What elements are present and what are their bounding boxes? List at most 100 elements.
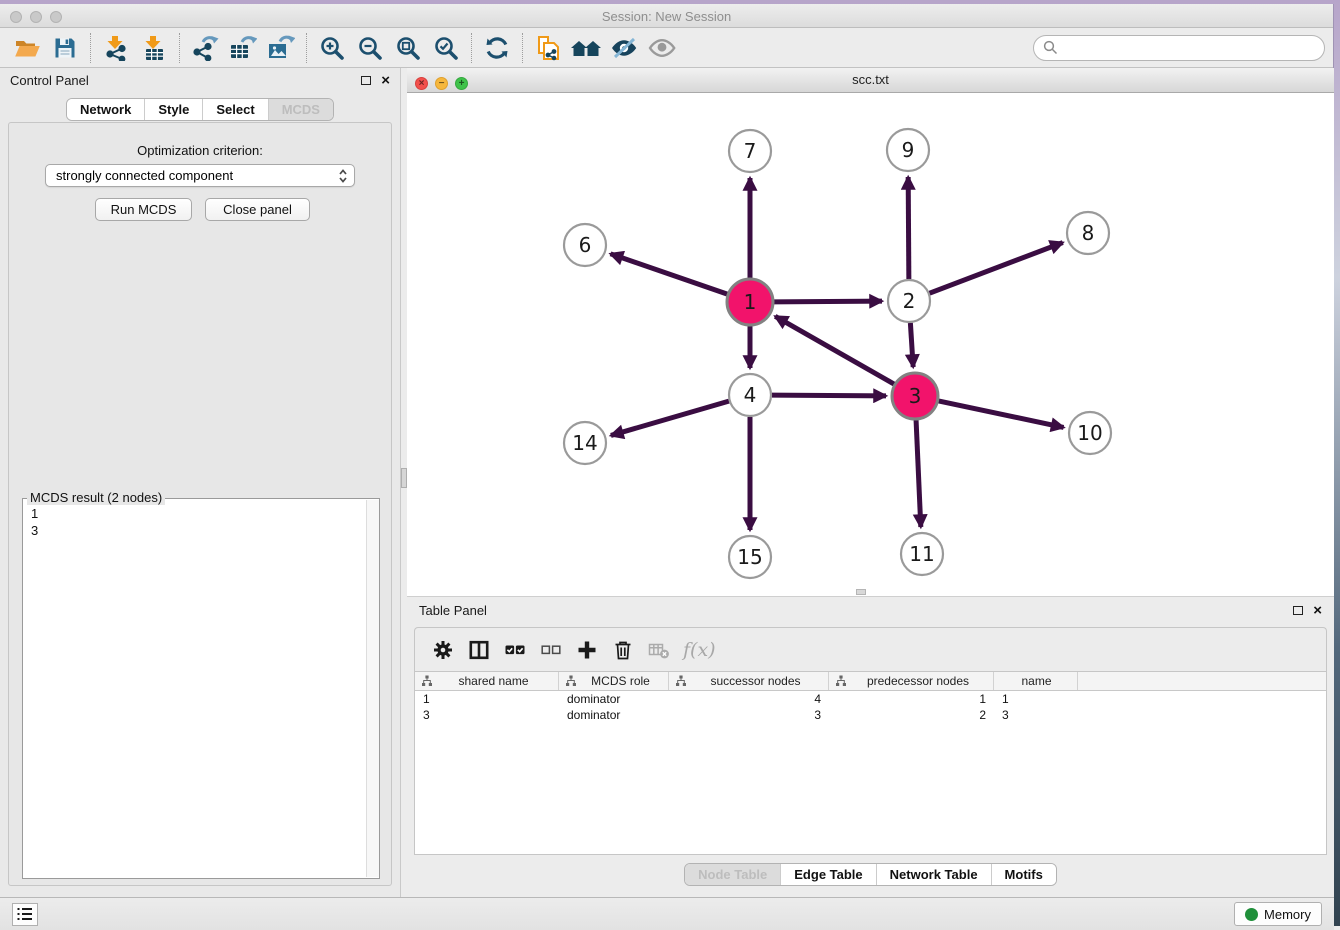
- cybrowser-home-button[interactable]: [567, 31, 605, 65]
- graph-node-label: 1: [744, 290, 757, 314]
- list-icon: [16, 907, 34, 921]
- export-table-button[interactable]: [224, 31, 262, 65]
- import-network-button[interactable]: [97, 31, 135, 65]
- cell-mcds-role[interactable]: dominator: [559, 707, 669, 723]
- tab-network-table[interactable]: Network Table: [876, 864, 991, 885]
- float-panel-icon[interactable]: [361, 76, 371, 85]
- add-icon: [576, 639, 598, 661]
- graph-edge-1-2[interactable]: [774, 301, 882, 302]
- refresh-view-button[interactable]: [478, 31, 516, 65]
- zoom-selected-button[interactable]: [427, 31, 465, 65]
- cell-shared-name[interactable]: 3: [415, 707, 559, 723]
- column-header-successor-nodes[interactable]: successor nodes: [669, 672, 829, 690]
- column-header-name[interactable]: name: [994, 672, 1078, 690]
- search-field[interactable]: [1033, 35, 1325, 61]
- function-builder-button[interactable]: f(x): [683, 639, 716, 661]
- cell-successor-nodes[interactable]: 3: [669, 707, 829, 723]
- export-network-button[interactable]: [186, 31, 224, 65]
- delete-column-button[interactable]: [607, 634, 639, 666]
- graph-node-9[interactable]: 9: [887, 129, 929, 171]
- column-type-icon: [565, 675, 577, 687]
- close-table-panel-icon[interactable]: ×: [1313, 603, 1322, 618]
- add-column-button[interactable]: [571, 634, 603, 666]
- graph-node-7[interactable]: 7: [729, 130, 771, 172]
- criterion-select[interactable]: strongly connected component: [45, 164, 355, 187]
- cell-shared-name[interactable]: 1: [415, 691, 559, 707]
- tab-motifs[interactable]: Motifs: [991, 864, 1056, 885]
- graph-node-8[interactable]: 8: [1067, 212, 1109, 254]
- deselect-all-rows-button[interactable]: [535, 634, 567, 666]
- network-file-button[interactable]: [529, 31, 567, 65]
- export-network-icon: [191, 35, 219, 61]
- graph-edge-1-6[interactable]: [611, 254, 728, 294]
- control-panel-title: Control Panel: [10, 73, 89, 88]
- run-mcds-button[interactable]: Run MCDS: [95, 198, 192, 221]
- open-session-button[interactable]: [8, 31, 46, 65]
- graph-node-6[interactable]: 6: [564, 224, 606, 266]
- save-session-button[interactable]: [46, 31, 84, 65]
- result-scrollbar[interactable]: [366, 500, 379, 877]
- graph-edge-4-14[interactable]: [611, 401, 729, 435]
- main-titlebar: Session: New Session: [0, 4, 1333, 28]
- tab-select[interactable]: Select: [202, 99, 267, 120]
- zoom-out-button[interactable]: [351, 31, 389, 65]
- show-columns-button[interactable]: [463, 634, 495, 666]
- graph-node-2[interactable]: 2: [888, 280, 930, 322]
- close-panel-icon[interactable]: ×: [381, 73, 390, 88]
- export-table-icon: [229, 35, 257, 61]
- export-image-button[interactable]: [262, 31, 300, 65]
- zoom-in-button[interactable]: [313, 31, 351, 65]
- column-header-shared-name[interactable]: shared name: [415, 672, 559, 690]
- search-input[interactable]: [1063, 40, 1315, 55]
- delete-table-button[interactable]: [643, 634, 675, 666]
- control-panel-tabs: Network Style Select MCDS: [0, 98, 400, 121]
- tab-node-table[interactable]: Node Table: [685, 864, 780, 885]
- graph-node-1[interactable]: 1: [727, 279, 773, 325]
- panel-splitter[interactable]: [400, 68, 407, 897]
- cell-mcds-role[interactable]: dominator: [559, 691, 669, 707]
- graph-edge-3-1[interactable]: [775, 316, 894, 384]
- table-row[interactable]: 3 dominator 3 2 3: [415, 707, 1326, 723]
- graph-node-4[interactable]: 4: [729, 374, 771, 416]
- table-row[interactable]: 1 dominator 4 1 1: [415, 691, 1326, 707]
- tab-mcds[interactable]: MCDS: [268, 99, 333, 120]
- graph-edge-3-11[interactable]: [916, 420, 921, 527]
- tab-network[interactable]: Network: [67, 99, 144, 120]
- tab-style[interactable]: Style: [144, 99, 202, 120]
- graph-edge-2-3[interactable]: [910, 323, 913, 367]
- graph-edge-2-8[interactable]: [930, 243, 1063, 294]
- graph-node-label: 9: [902, 138, 915, 162]
- graph-node-label: 4: [744, 383, 757, 407]
- table-settings-button[interactable]: [427, 634, 459, 666]
- cell-name[interactable]: 3: [994, 707, 1078, 723]
- graph-edge-4-3[interactable]: [772, 395, 886, 396]
- select-all-icon: [504, 639, 526, 661]
- main-toolbar: [0, 28, 1333, 68]
- graph-edge-3-10[interactable]: [938, 401, 1063, 427]
- select-all-rows-button[interactable]: [499, 634, 531, 666]
- float-table-panel-icon[interactable]: [1293, 606, 1303, 615]
- graph-node-14[interactable]: 14: [564, 422, 606, 464]
- close-panel-button[interactable]: Close panel: [205, 198, 310, 221]
- toolbar-separator: [90, 33, 91, 63]
- graph-node-10[interactable]: 10: [1069, 412, 1111, 454]
- graph-node-15[interactable]: 15: [729, 536, 771, 578]
- show-panels-button[interactable]: [643, 31, 681, 65]
- graph-node-11[interactable]: 11: [901, 533, 943, 575]
- column-header-predecessor-nodes[interactable]: predecessor nodes: [829, 672, 994, 690]
- import-table-button[interactable]: [135, 31, 173, 65]
- graph-node-3[interactable]: 3: [892, 373, 938, 419]
- hide-panels-button[interactable]: [605, 31, 643, 65]
- graph-svg[interactable]: 7 9 6 8 1 2 4 3 14 10 15 11: [407, 93, 1334, 596]
- network-resize-grip[interactable]: [856, 589, 866, 595]
- task-history-button[interactable]: [12, 903, 38, 926]
- graph-edge-2-9[interactable]: [908, 177, 909, 279]
- memory-button[interactable]: Memory: [1234, 902, 1322, 926]
- tab-edge-table[interactable]: Edge Table: [780, 864, 875, 885]
- zoom-fit-button[interactable]: [389, 31, 427, 65]
- cell-successor-nodes[interactable]: 4: [669, 691, 829, 707]
- cell-name[interactable]: 1: [994, 691, 1078, 707]
- cell-predecessor-nodes[interactable]: 1: [829, 691, 994, 707]
- cell-predecessor-nodes[interactable]: 2: [829, 707, 994, 723]
- column-header-mcds-role[interactable]: MCDS role: [559, 672, 669, 690]
